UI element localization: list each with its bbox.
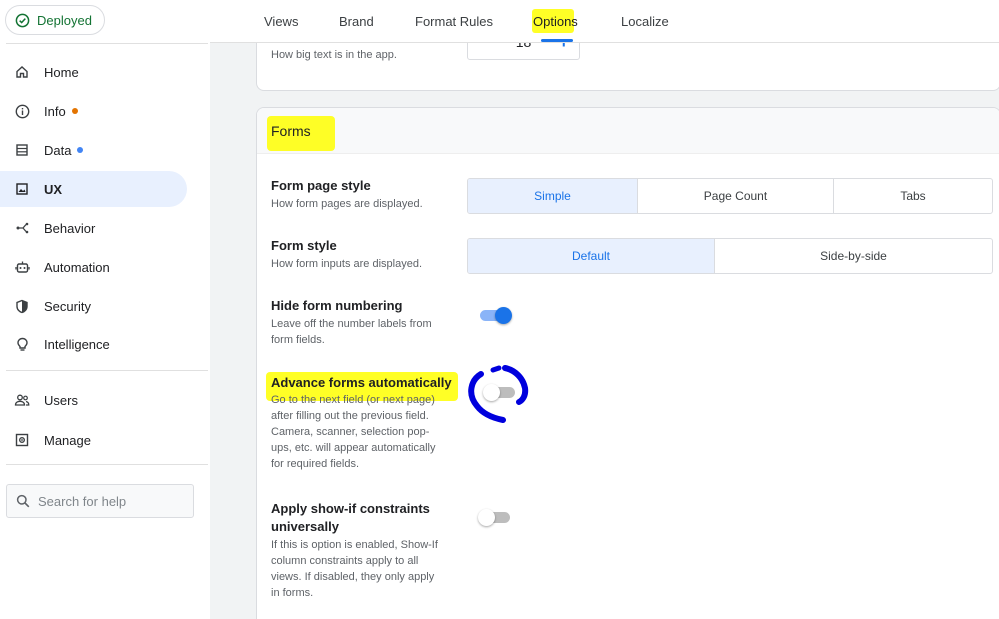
check-circle-icon (15, 13, 30, 27)
sidebar-item-label: Automation (44, 259, 110, 275)
sidebar-item-automation[interactable]: Automation (0, 249, 187, 285)
help-search-input[interactable]: Search for help (6, 484, 194, 518)
users-icon (14, 392, 30, 408)
advance-forms-description-line: Go to the next field (or next page) (271, 394, 435, 406)
hide-form-numbering-title: Hide form numbering (271, 298, 403, 313)
sidebar-item-label: Data (44, 142, 72, 158)
option-page-count[interactable]: Page Count (638, 179, 834, 213)
tab-label: Options (533, 14, 578, 29)
info-notification-dot (71, 108, 78, 114)
apply-show-if-toggle[interactable] (478, 507, 514, 527)
tab-brand[interactable]: Brand (339, 0, 374, 43)
advance-forms-description-line: after filling out the previous field. (271, 410, 429, 422)
home-icon (14, 64, 30, 80)
sidebar-item-label: Manage (44, 432, 91, 448)
lightbulb-icon (14, 336, 30, 352)
advance-forms-description-line: Camera, scanner, selection pop- (271, 426, 430, 438)
data-icon (14, 142, 30, 158)
apply-show-if-description-line: If this is option is enabled, Show-If (271, 539, 438, 551)
advance-forms-description-line: for required fields. (271, 458, 360, 470)
toggle-knob (478, 509, 495, 526)
apply-show-if-description-line: column constraints apply to all (271, 555, 419, 567)
sidebar-item-label: Intelligence (44, 336, 110, 352)
search-placeholder: Search for help (38, 493, 127, 509)
sidebar-item-label: Users (44, 392, 78, 408)
form-style-selector: Default Side-by-side (467, 238, 993, 274)
text-size-description: How big text is in the app. (271, 49, 397, 61)
hide-form-numbering-description-line: Leave off the number labels from (271, 318, 432, 330)
tab-format-rules[interactable]: Format Rules (415, 0, 493, 43)
sidebar-item-behavior[interactable]: Behavior (0, 210, 187, 246)
sidebar-item-home[interactable]: Home (0, 54, 187, 90)
forms-card-header: Forms (257, 108, 999, 154)
shield-icon (14, 298, 30, 314)
active-tab-indicator (541, 39, 573, 42)
data-notification-dot (77, 147, 84, 153)
tab-label: Views (264, 14, 299, 29)
toggle-knob (495, 307, 512, 324)
info-icon (14, 103, 30, 119)
sidebar-divider (6, 464, 208, 465)
sidebar-divider (6, 43, 208, 44)
sidebar-item-label: Security (44, 298, 91, 314)
sidebar-item-label: Home (44, 64, 79, 80)
sidebar-item-info[interactable]: Info (0, 93, 187, 129)
behavior-icon (14, 220, 30, 236)
forms-card: Forms Form page style How form pages are… (256, 107, 999, 619)
sidebar-divider (6, 370, 208, 371)
automation-icon (14, 259, 30, 275)
advance-forms-description-line: ups, etc. will appear automatically (271, 442, 436, 454)
hide-form-numbering-toggle[interactable] (478, 305, 514, 325)
form-page-style-selector: Simple Page Count Tabs (467, 178, 993, 214)
ux-icon (14, 181, 30, 197)
form-style-description: How form inputs are displayed. (271, 258, 423, 270)
increment-button[interactable]: + (558, 43, 569, 51)
text-size-value: 18 (516, 43, 532, 50)
search-icon (16, 494, 30, 508)
apply-show-if-title-line: universally (271, 519, 339, 534)
tab-label: Brand (339, 14, 374, 29)
apply-show-if-description-line: views. If disabled, they only apply (271, 571, 435, 583)
apply-show-if-description-line: in forms. (271, 587, 314, 599)
options-content: How big text is in the app. − 18 + Forms… (210, 43, 999, 619)
sidebar-item-security[interactable]: Security (0, 288, 187, 324)
sidebar-item-data[interactable]: Data (0, 132, 187, 168)
tab-views[interactable]: Views (264, 0, 298, 43)
forms-title: Forms (271, 123, 311, 139)
apply-show-if-title-line: Apply show-if constraints (271, 501, 430, 516)
option-tabs[interactable]: Tabs (834, 179, 992, 213)
sidebar-item-ux[interactable]: UX (0, 171, 187, 207)
deployed-status-chip[interactable]: Deployed (5, 5, 105, 35)
top-tab-bar: Views Brand Format Rules Options Localiz… (210, 0, 999, 43)
sidebar-item-label: UX (44, 181, 63, 197)
deployed-label: Deployed (37, 12, 92, 28)
sidebar-item-label: Info (44, 103, 66, 119)
text-size-stepper[interactable]: − 18 + (467, 43, 580, 60)
sidebar-item-label: Behavior (44, 220, 96, 236)
manage-icon (14, 432, 30, 448)
form-page-style-title: Form page style (271, 178, 371, 193)
sidebar-item-users[interactable]: Users (0, 382, 187, 418)
sidebar-item-intelligence[interactable]: Intelligence (0, 326, 187, 362)
option-side-by-side[interactable]: Side-by-side (715, 239, 992, 273)
tab-options[interactable]: Options (533, 0, 578, 43)
hide-form-numbering-description-line: form fields. (271, 334, 325, 346)
tab-label: Localize (621, 14, 669, 29)
decrement-button[interactable]: − (478, 43, 489, 51)
form-style-title: Form style (271, 238, 337, 253)
sidebar: Deployed Home Info Data UX Behavior Auto… (0, 0, 210, 619)
tab-localize[interactable]: Localize (621, 0, 669, 43)
advance-forms-title: Advance forms automatically (271, 375, 452, 390)
option-simple[interactable]: Simple (468, 179, 638, 213)
text-size-card: How big text is in the app. − 18 + (256, 43, 999, 91)
option-default[interactable]: Default (468, 239, 715, 273)
tab-label: Format Rules (415, 14, 494, 29)
annotation-circle-icon (468, 365, 529, 423)
sidebar-item-manage[interactable]: Manage (0, 422, 187, 458)
form-page-style-description: How form pages are displayed. (271, 198, 423, 210)
